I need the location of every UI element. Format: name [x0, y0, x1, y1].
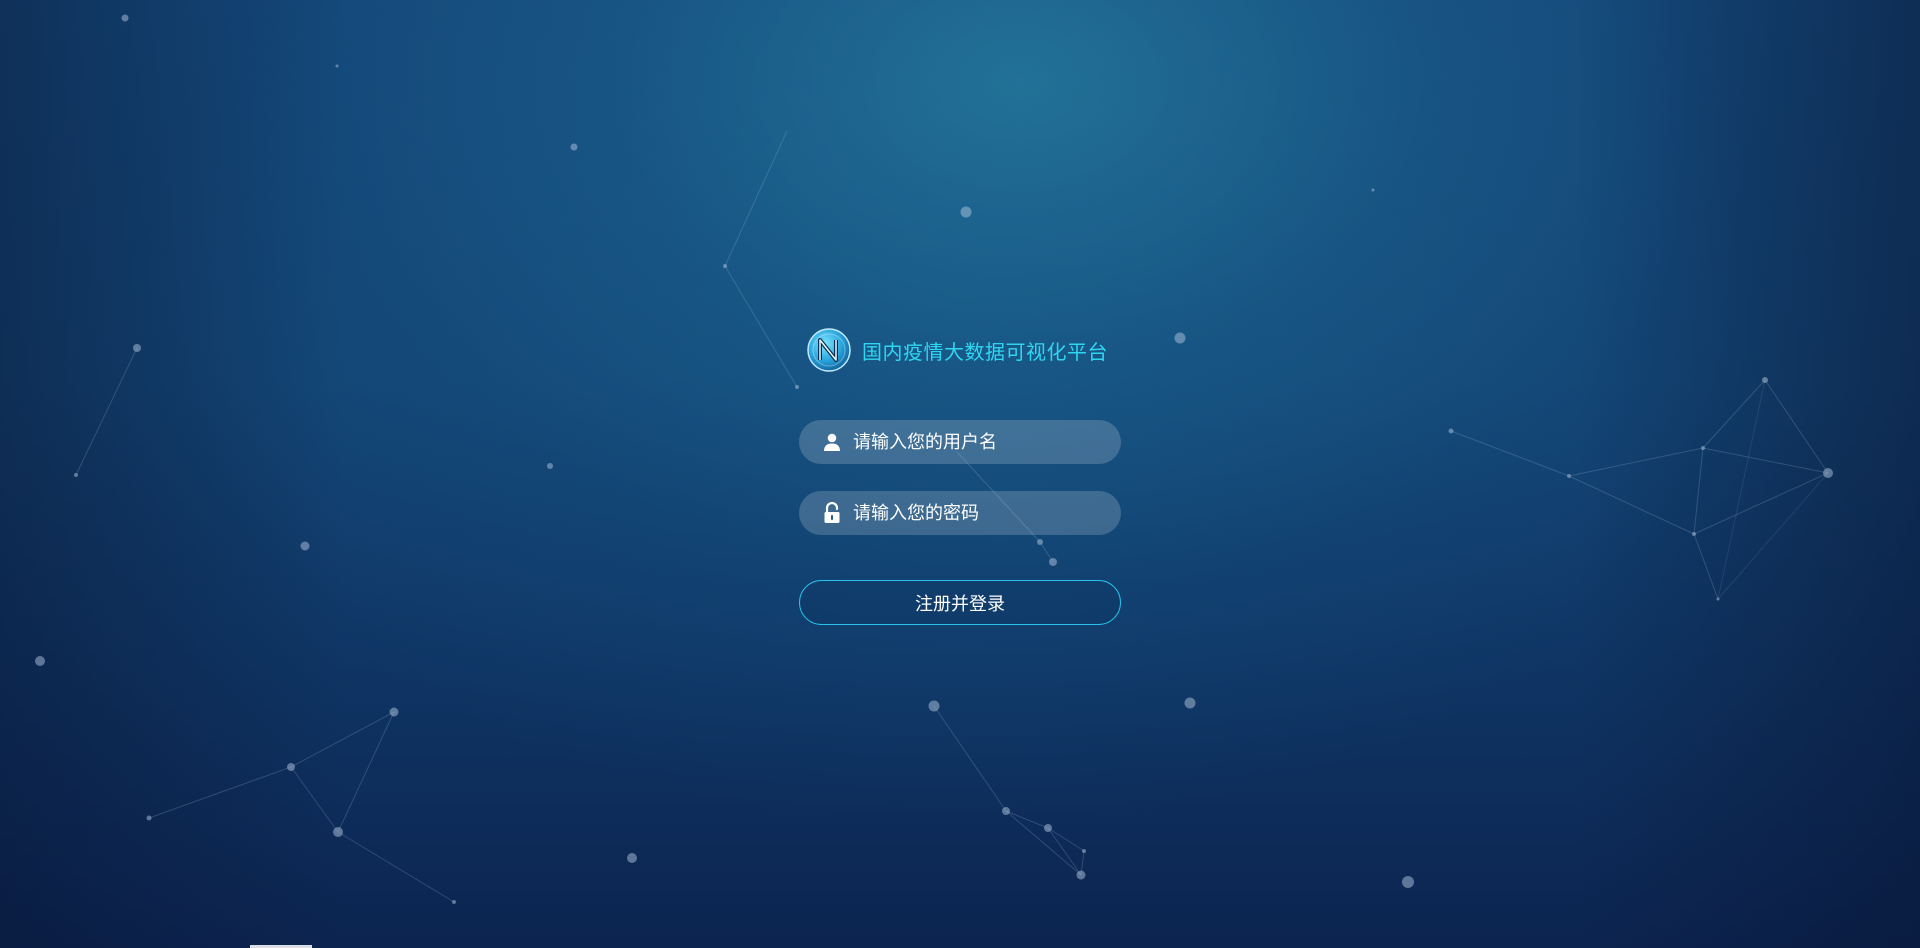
unlocked-lock-icon: [821, 502, 843, 524]
particle-network-background: [35, 14, 1833, 904]
username-input[interactable]: [853, 431, 1103, 453]
page-title: 国内疫情大数据可视化平台: [862, 339, 1108, 364]
password-input[interactable]: [853, 502, 1103, 524]
n-letter-logo-icon: [807, 328, 851, 372]
register-and-login-button[interactable]: 注册并登录: [799, 580, 1121, 625]
password-field[interactable]: [799, 491, 1121, 535]
username-field[interactable]: [799, 420, 1121, 464]
brand-header: 国内疫情大数据可视化平台: [806, 326, 1108, 374]
user-icon: [821, 431, 843, 453]
